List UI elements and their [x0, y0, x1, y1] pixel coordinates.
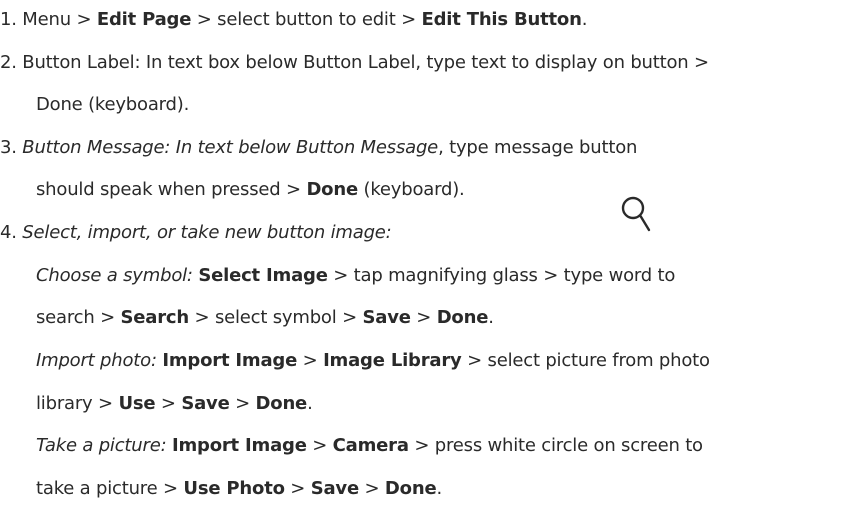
text-run: Save	[310, 478, 359, 499]
text-run: Button Message: In text below Button Mes…	[22, 137, 439, 158]
text-run: Use	[118, 393, 156, 414]
text-run: 1. Menu >	[0, 9, 97, 30]
text-run: > select symbol >	[189, 307, 363, 328]
text-run: Edit This Button	[421, 9, 582, 30]
text-run: .	[307, 393, 313, 414]
text-run: > tap magnifying glass > type word to	[327, 265, 676, 286]
text-run: .	[488, 307, 494, 328]
text-run: Import Image	[162, 350, 298, 371]
text-run: .	[581, 9, 588, 30]
text-run: >	[358, 478, 385, 499]
step-4-line-6: Take a picture: Import Image > Camera > …	[36, 428, 703, 464]
step-4-line-1: 4. Select, import, or take new button im…	[0, 215, 392, 251]
text-run: 4.	[0, 222, 23, 243]
text-run: Select, import, or take new button image…	[22, 222, 392, 243]
step-4-line-5: library > Use > Save > Done.	[36, 386, 313, 422]
text-run: Choose a symbol:	[36, 265, 199, 286]
text-run: Done	[255, 393, 308, 414]
text-run: >	[229, 393, 256, 414]
text-run: Import photo:	[36, 350, 163, 371]
text-run: Done	[384, 478, 437, 499]
text-run: library >	[36, 393, 119, 414]
text-run: Use Photo	[183, 478, 285, 499]
text-run: .	[436, 478, 442, 499]
magnifying-glass-icon	[621, 196, 651, 232]
text-run: Done (keyboard).	[36, 94, 190, 115]
instructions-document: 1. Menu > Edit Page > select button to e…	[0, 0, 848, 530]
text-run: Save	[181, 393, 230, 414]
text-run: Done	[306, 179, 358, 200]
text-run: >	[155, 393, 182, 414]
text-run: Camera	[332, 435, 409, 456]
text-run: > select button to edit >	[191, 9, 422, 30]
text-run: search >	[36, 307, 121, 328]
text-run: Done	[436, 307, 489, 328]
text-run: Edit Page	[96, 9, 192, 30]
text-run: >	[410, 307, 437, 328]
text-run: Take a picture:	[36, 435, 172, 456]
text-run: Import Image	[171, 435, 307, 456]
step-2-line-1: 2. Button Label: In text box below Butto…	[0, 45, 709, 81]
text-run: > select picture from photo	[461, 350, 710, 371]
step-4-line-4: Import photo: Import Image > Image Libra…	[36, 343, 710, 379]
text-run: >	[306, 435, 333, 456]
text-run: >	[297, 350, 324, 371]
text-run: 3.	[0, 137, 23, 158]
text-run: Select Image	[198, 265, 328, 286]
text-run: Image Library	[323, 350, 462, 371]
step-1-line-1: 1. Menu > Edit Page > select button to e…	[0, 2, 587, 38]
step-3-line-1: 3. Button Message: In text below Button …	[0, 130, 637, 166]
text-run: take a picture >	[36, 478, 184, 499]
step-3-line-2: should speak when pressed > Done (keyboa…	[36, 172, 465, 208]
step-4-line-7: take a picture > Use Photo > Save > Done…	[36, 471, 442, 507]
step-2-line-2: Done (keyboard).	[36, 87, 189, 123]
text-run: 2. Button Label: In text box below Butto…	[0, 52, 709, 73]
text-run: Search	[120, 307, 190, 328]
text-run: , type message button	[438, 137, 638, 158]
text-run: > press white circle on screen to	[408, 435, 703, 456]
step-4-line-2: Choose a symbol: Select Image > tap magn…	[36, 258, 675, 294]
text-run: Save	[362, 307, 411, 328]
text-run: >	[284, 478, 311, 499]
text-run: should speak when pressed >	[36, 179, 307, 200]
step-4-line-3: search > Search > select symbol > Save >…	[36, 300, 494, 336]
text-run: (keyboard).	[357, 179, 465, 200]
